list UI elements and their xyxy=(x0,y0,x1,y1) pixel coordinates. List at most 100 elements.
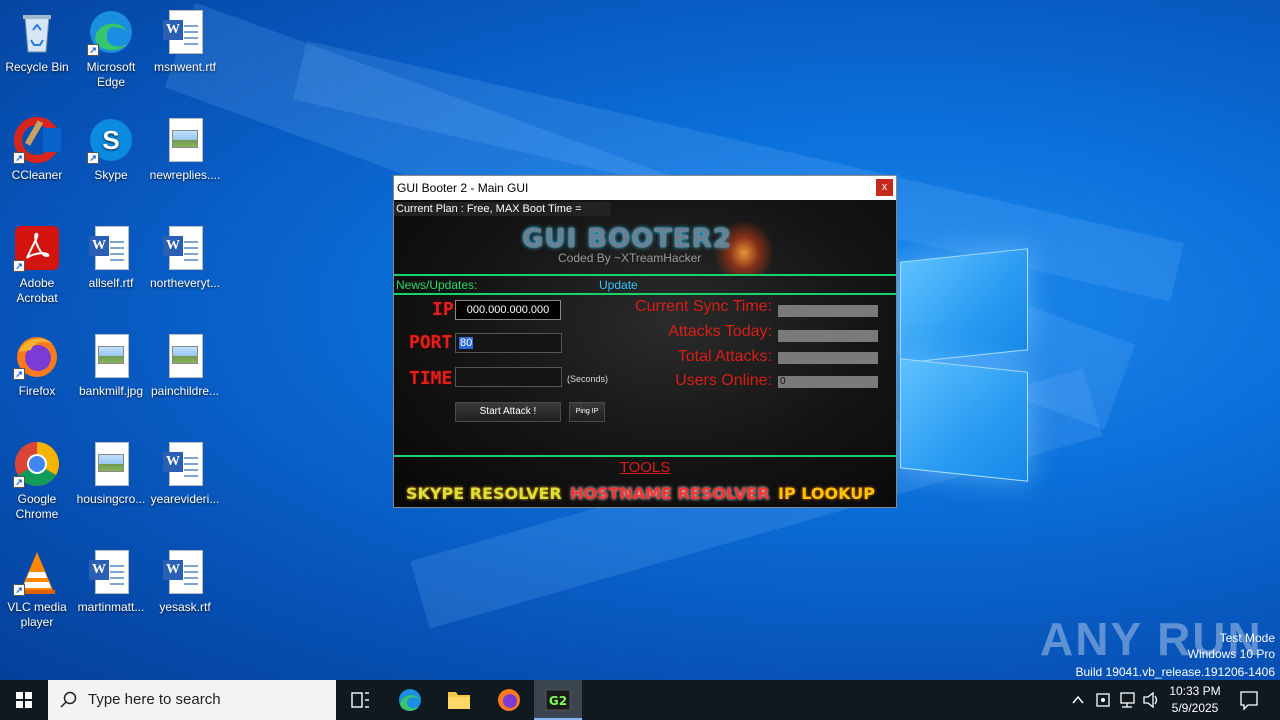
icon-label: msnwent.rtf xyxy=(153,60,216,74)
total-attacks-label: Total Attacks: xyxy=(677,348,772,365)
adobe-acrobat-icon: ↗ xyxy=(13,224,61,272)
taskbar-firefox[interactable] xyxy=(485,680,533,720)
taskbar-search-box[interactable]: Type here to search xyxy=(48,680,336,720)
icon-label: yearevideri... xyxy=(150,492,220,506)
divider xyxy=(394,274,896,276)
desktop-icon-skype[interactable]: S ↗ Skype xyxy=(74,116,148,183)
word-document-icon: W xyxy=(161,440,209,488)
users-online-label: Users Online: xyxy=(675,372,772,389)
desktop-icon-jpg[interactable]: bankmilf.jpg xyxy=(74,332,148,399)
desktop-icon-rtf[interactable]: W yesask.rtf xyxy=(148,548,222,615)
taskbar-edge[interactable] xyxy=(386,680,434,720)
clock-date: 5/9/2025 xyxy=(1171,701,1219,715)
close-button[interactable]: x xyxy=(876,179,893,196)
desktop-icon-rtf[interactable]: W msnwent.rtf xyxy=(148,8,222,75)
taskbar-file-explorer[interactable] xyxy=(435,680,483,720)
network-button[interactable] xyxy=(1116,680,1138,720)
tray-app[interactable] xyxy=(1092,680,1114,720)
chrome-icon: ↗ xyxy=(13,440,61,488)
total-attacks-value xyxy=(778,352,878,364)
tray-device-icon xyxy=(1096,693,1110,707)
test-mode-label: Test Mode xyxy=(1219,631,1275,645)
desktop-icon-adobe-acrobat[interactable]: ↗ Adobe Acrobat xyxy=(0,224,74,306)
shortcut-arrow-icon: ↗ xyxy=(87,152,99,164)
desktop-icon-microsoft-edge[interactable]: ↗ Microsoft Edge xyxy=(74,8,148,90)
sync-time-label: Current Sync Time: xyxy=(635,298,772,315)
icon-label: northeveryt... xyxy=(149,276,221,290)
taskbar-clock[interactable]: 10:33 PM 5/9/2025 xyxy=(1160,683,1230,717)
news-label: News/Updates: xyxy=(396,278,478,292)
window-body: Current Plan : Free, MAX Boot Time = GUI… xyxy=(394,200,896,507)
show-hidden-icons-button[interactable] xyxy=(1068,680,1088,720)
notifications-button[interactable] xyxy=(1236,680,1262,720)
task-view-icon xyxy=(351,692,369,708)
ping-ip-button[interactable]: Ping IP xyxy=(569,402,605,422)
icon-label: allself.rtf xyxy=(88,276,134,290)
port-value: 80 xyxy=(459,337,474,349)
word-document-icon: W xyxy=(87,224,135,272)
volume-button[interactable] xyxy=(1140,680,1162,720)
port-input[interactable]: 80 xyxy=(455,333,562,353)
desktop-icon-image[interactable]: painchildre... xyxy=(148,332,222,399)
desktop-icon-firefox[interactable]: ↗ Firefox xyxy=(0,332,74,399)
icon-label: VLC media player xyxy=(7,600,67,629)
icon-label: housingcro... xyxy=(76,492,146,506)
desktop-icon-image[interactable]: newreplies.... xyxy=(148,116,222,183)
desktop-icon-rtf[interactable]: W allself.rtf xyxy=(74,224,148,291)
tools-heading: TOOLS xyxy=(619,459,671,476)
icon-label: Adobe Acrobat xyxy=(16,276,58,305)
desktop-icon-recycle-bin[interactable]: Recycle Bin xyxy=(0,8,74,75)
desktop-icon-image[interactable]: housingcro... xyxy=(74,440,148,507)
shortcut-arrow-icon: ↗ xyxy=(13,152,25,164)
taskbar-gui-booter[interactable]: G2 xyxy=(534,680,582,720)
ip-lookup-button[interactable]: IP LOOKUP xyxy=(778,484,875,503)
word-document-icon: W xyxy=(161,548,209,596)
vlc-icon: ↗ xyxy=(13,548,61,596)
icon-label: Recycle Bin xyxy=(5,60,69,74)
shortcut-arrow-icon: ↗ xyxy=(87,44,99,56)
speaker-icon xyxy=(1143,691,1158,709)
start-button[interactable] xyxy=(0,680,48,720)
build-label: Build 19041.vb_release.191206-1406 xyxy=(1075,665,1276,679)
shortcut-arrow-icon: ↗ xyxy=(13,584,25,596)
network-icon xyxy=(1120,692,1135,708)
desktop-icon-google-chrome[interactable]: ↗ Google Chrome xyxy=(0,440,74,522)
time-input[interactable] xyxy=(455,367,562,387)
ip-input[interactable]: 000.000.000.000 xyxy=(455,300,561,320)
windows-start-icon xyxy=(16,692,32,708)
users-online-value: 0 xyxy=(778,376,878,388)
gui-booter-icon: G2 xyxy=(545,689,571,711)
firefox-icon xyxy=(498,689,520,711)
firefox-icon: ↗ xyxy=(13,332,61,380)
icon-label: Google Chrome xyxy=(15,492,59,521)
desktop-icon-ccleaner[interactable]: ↗ CCleaner xyxy=(0,116,74,183)
task-view-button[interactable] xyxy=(336,680,384,720)
sync-time-value xyxy=(778,305,878,317)
attacks-today-label: Attacks Today: xyxy=(668,323,772,340)
desktop-icon-vlc[interactable]: ↗ VLC media player xyxy=(0,548,74,630)
shortcut-arrow-icon: ↗ xyxy=(13,476,25,488)
plan-status: Current Plan : Free, MAX Boot Time = xyxy=(394,202,611,216)
news-bar: News/Updates: Update xyxy=(394,277,896,293)
notification-icon xyxy=(1240,691,1258,711)
edge-icon: ↗ xyxy=(87,8,135,56)
desktop-icon-rtf[interactable]: W martinmatt... xyxy=(74,548,148,615)
desktop-icon-rtf[interactable]: W northeveryt... xyxy=(148,224,222,291)
image-file-icon xyxy=(87,440,135,488)
booter-logo: GUI BOOTER2 Coded By ~XTreamHacker xyxy=(514,220,774,275)
logo-title: GUI BOOTER2 xyxy=(522,224,732,254)
desktop-icon-rtf[interactable]: W yearevideri... xyxy=(148,440,222,507)
icon-label: Microsoft Edge xyxy=(86,60,136,89)
hostname-resolver-button[interactable]: HOSTNAME RESOLVER xyxy=(570,484,770,503)
window-title: GUI Booter 2 - Main GUI xyxy=(397,181,529,195)
window-titlebar[interactable]: GUI Booter 2 - Main GUI x xyxy=(394,176,896,200)
divider xyxy=(394,293,896,295)
icon-label: CCleaner xyxy=(11,168,63,182)
skype-resolver-button[interactable]: SKYPE RESOLVER xyxy=(406,484,562,503)
update-link[interactable]: Update xyxy=(599,277,638,293)
edge-icon xyxy=(399,689,421,711)
shortcut-arrow-icon: ↗ xyxy=(13,260,25,272)
icon-label: newreplies.... xyxy=(149,168,221,182)
icon-label: Skype xyxy=(94,168,128,182)
start-attack-button[interactable]: Start Attack ! xyxy=(455,402,561,422)
